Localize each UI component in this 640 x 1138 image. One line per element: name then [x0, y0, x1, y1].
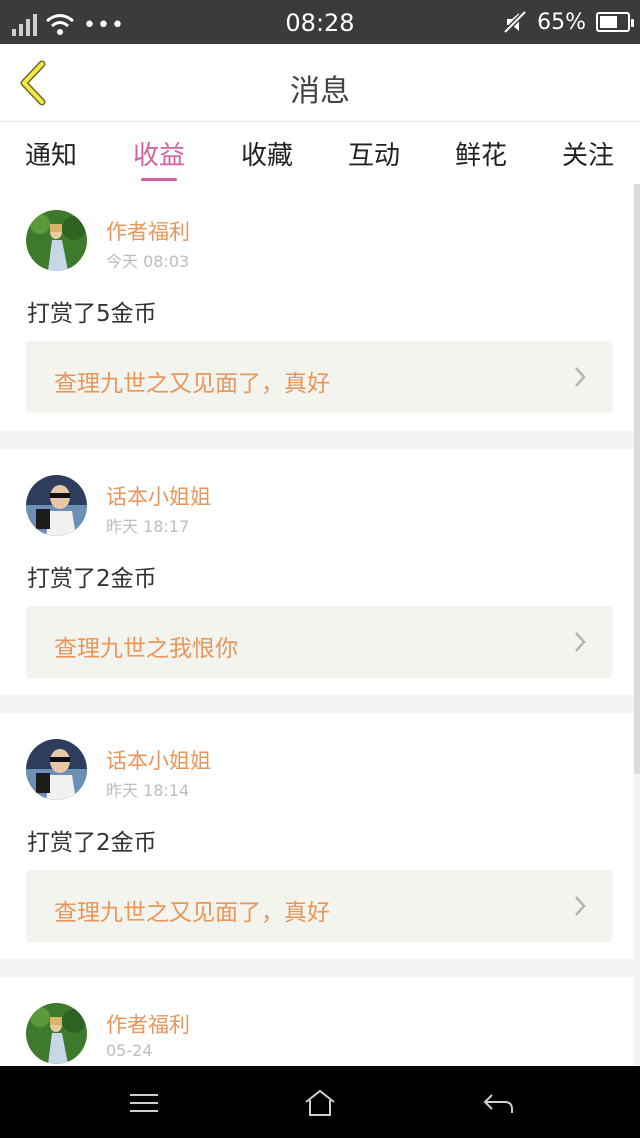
header: 消息 — [0, 44, 640, 122]
back-arrow-icon[interactable] — [481, 1088, 515, 1118]
tab-label: 通知 — [24, 141, 77, 171]
tab-favorites[interactable]: 收藏 — [227, 135, 307, 172]
tab-interactions[interactable]: 互动 — [334, 135, 414, 172]
battery-icon — [596, 12, 634, 32]
message-text: 打赏了2金币 — [27, 830, 157, 856]
message-feed[interactable]: 作者福利 今天 08:03 打赏了5金币 查理九世之又见面了，真好 话本小姐姐 … — [0, 184, 640, 1066]
message-time: 昨天 18:17 — [106, 517, 190, 536]
menu-icon[interactable] — [127, 1088, 161, 1118]
message-text: 打赏了5金币 — [27, 301, 157, 327]
sender-name[interactable]: 话本小姐姐 — [106, 481, 211, 511]
chevron-right-icon — [575, 367, 586, 387]
message-card: 作者福利 05-24 — [0, 977, 634, 1066]
status-right: 65% — [503, 8, 634, 36]
page-title: 消息 — [290, 74, 350, 109]
message-card: 话本小姐姐 昨天 18:17 打赏了2金币 查理九世之我恨你 — [0, 449, 634, 695]
tab-bar: 通知 收益 收藏 互动 鲜花 关注 — [0, 122, 640, 184]
tab-label: 关注 — [561, 141, 614, 171]
work-link[interactable]: 查理九世之又见面了，真好 — [26, 870, 613, 942]
message-card: 作者福利 今天 08:03 打赏了5金币 查理九世之又见面了，真好 — [0, 184, 634, 431]
work-link[interactable]: 查理九世之又见面了，真好 — [26, 341, 613, 413]
home-icon[interactable] — [303, 1088, 337, 1118]
tab-label: 鲜花 — [454, 141, 507, 171]
sender-name[interactable]: 作者福利 — [106, 1009, 190, 1039]
sender-name[interactable]: 话本小姐姐 — [106, 745, 211, 775]
message-time: 昨天 18:14 — [106, 781, 190, 800]
avatar[interactable] — [26, 1003, 87, 1064]
status-bar: ••• 08:28 65% — [0, 0, 640, 44]
battery-percent: 65% — [537, 9, 586, 35]
tab-label: 收藏 — [240, 141, 293, 171]
tab-flowers[interactable]: 鲜花 — [441, 135, 521, 172]
chevron-right-icon — [575, 896, 586, 916]
work-title: 查理九世之又见面了，真好 — [54, 900, 330, 926]
tab-underline — [141, 178, 177, 181]
work-link[interactable]: 查理九世之我恨你 — [26, 606, 613, 678]
tab-notifications[interactable]: 通知 — [11, 135, 91, 172]
message-card: 话本小姐姐 昨天 18:14 打赏了2金币 查理九世之又见面了，真好 — [0, 713, 634, 959]
avatar[interactable] — [26, 739, 87, 800]
avatar[interactable] — [26, 210, 87, 271]
sender-name[interactable]: 作者福利 — [106, 216, 190, 246]
scrollbar[interactable] — [634, 184, 640, 774]
tab-earnings[interactable]: 收益 — [119, 135, 199, 181]
system-nav-bar — [0, 1066, 640, 1138]
message-time: 05-24 — [106, 1041, 153, 1060]
work-title: 查理九世之我恨你 — [54, 636, 238, 662]
chevron-right-icon — [575, 632, 586, 652]
message-time: 今天 08:03 — [106, 252, 190, 271]
message-text: 打赏了2金币 — [27, 566, 157, 592]
avatar[interactable] — [26, 475, 87, 536]
battery-fill — [600, 16, 617, 28]
work-title: 查理九世之又见面了，真好 — [54, 371, 330, 397]
tab-label: 互动 — [347, 141, 400, 171]
tab-label: 收益 — [132, 141, 185, 171]
tab-following[interactable]: 关注 — [548, 135, 628, 172]
mute-icon — [503, 10, 527, 34]
